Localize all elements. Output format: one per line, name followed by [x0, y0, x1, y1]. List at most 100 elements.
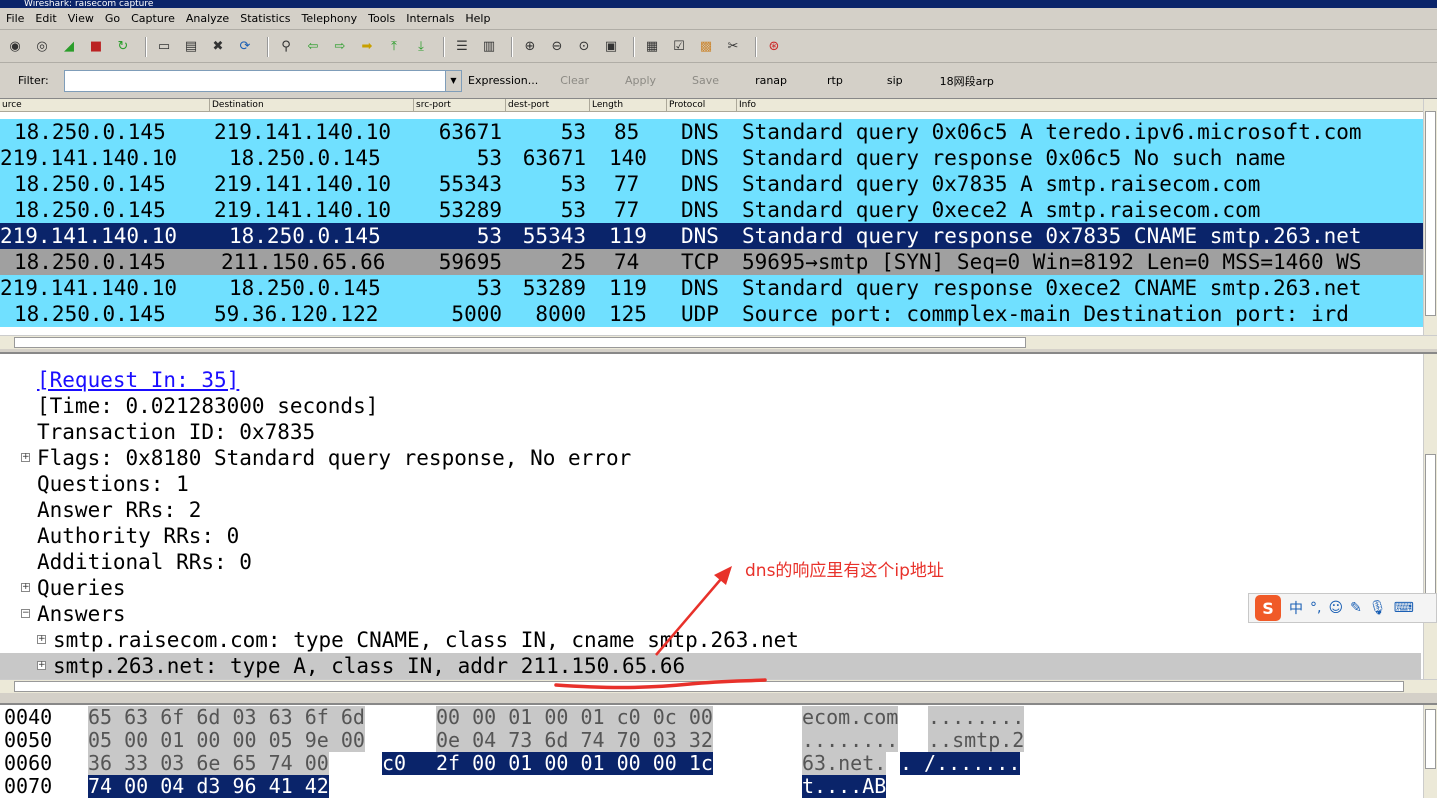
- details-vscrollbar[interactable]: [1423, 354, 1437, 679]
- filter-rtp-button[interactable]: rtp: [827, 74, 843, 87]
- hex-bytes-selected[interactable]: c0: [382, 752, 438, 775]
- find-packet-icon[interactable]: ⚲: [275, 36, 297, 58]
- detail-row-selected[interactable]: + smtp.263.net: type A, class IN, addr 2…: [0, 653, 1421, 679]
- packet-row-selected[interactable]: 219.141.140.10 18.250.0.145 53 55343 119…: [0, 223, 1425, 249]
- go-last-icon[interactable]: ⤓: [410, 36, 432, 58]
- go-first-icon[interactable]: ⤒: [383, 36, 405, 58]
- hex-ascii[interactable]: 63.net.: [802, 752, 887, 775]
- hex-bytes-selected[interactable]: 2f 00 01 00 01 00 00 1c: [436, 752, 713, 775]
- filter-ranap-button[interactable]: ranap: [755, 74, 787, 87]
- help-icon[interactable]: ⊛: [763, 36, 785, 58]
- filter-dropdown-button[interactable]: ▼: [446, 69, 462, 92]
- detail-row[interactable]: + Queries: [0, 575, 1421, 601]
- menu-edit[interactable]: Edit: [35, 12, 56, 25]
- normal-size-icon[interactable]: ⊙: [573, 36, 595, 58]
- restart-capture-icon[interactable]: ↻: [112, 36, 134, 58]
- detail-row[interactable]: [Time: 0.021283000 seconds]: [0, 393, 1421, 419]
- packet-row[interactable]: 18.250.0.145 219.141.140.10 63671 53 85 …: [0, 119, 1425, 145]
- column-destination[interactable]: Destination: [209, 99, 264, 111]
- detail-row[interactable]: + smtp.raisecom.com: type CNAME, class I…: [0, 627, 1421, 653]
- keyboard-icon[interactable]: ⌨: [1394, 600, 1414, 616]
- open-file-icon[interactable]: ▭: [153, 36, 175, 58]
- capture-options-icon[interactable]: ◎: [31, 36, 53, 58]
- detail-row[interactable]: Additional RRs: 0: [0, 549, 1421, 575]
- go-to-packet-icon[interactable]: ➡: [356, 36, 378, 58]
- packet-row[interactable]: 18.250.0.145 219.141.140.10 55343 53 77 …: [0, 171, 1425, 197]
- expand-icon[interactable]: +: [37, 661, 46, 670]
- hex-ascii[interactable]: ecom.com: [802, 706, 899, 729]
- hex-ascii[interactable]: ..smtp.2: [928, 729, 1025, 752]
- zoom-out-icon[interactable]: ⊖: [546, 36, 568, 58]
- collapse-icon[interactable]: −: [21, 609, 30, 618]
- detail-row[interactable]: Answer RRs: 2: [0, 497, 1421, 523]
- column-dest-port[interactable]: dest-port: [505, 99, 549, 111]
- preferences-icon[interactable]: ✂: [722, 36, 744, 58]
- menu-internals[interactable]: Internals: [406, 12, 454, 25]
- packet-row[interactable]: 18.250.0.145 211.150.65.66 59695 25 74 T…: [0, 249, 1425, 275]
- scrollbar-thumb[interactable]: [14, 337, 1026, 348]
- column-src-port[interactable]: src-port: [413, 99, 451, 111]
- hex-bytes[interactable]: 05 00 01 00 00 05 9e 00: [88, 729, 365, 752]
- details-hscrollbar[interactable]: [0, 679, 1437, 693]
- interface-list-icon[interactable]: ◉: [4, 36, 26, 58]
- ime-lang-toggle[interactable]: 中: [1289, 598, 1303, 618]
- scrollbar-thumb[interactable]: [1425, 709, 1436, 769]
- display-filters-icon[interactable]: ☑: [668, 36, 690, 58]
- colorize-icon[interactable]: ☰: [451, 36, 473, 58]
- packet-row[interactable]: 18.250.0.145 219.141.140.10 53289 53 77 …: [0, 197, 1425, 223]
- scrollbar-thumb[interactable]: [1425, 454, 1436, 614]
- pen-icon[interactable]: ✎: [1350, 600, 1362, 616]
- expand-icon[interactable]: +: [21, 453, 30, 462]
- hex-ascii[interactable]: ........: [928, 706, 1025, 729]
- coloring-rules-icon[interactable]: ▩: [695, 36, 717, 58]
- column-info[interactable]: Info: [736, 99, 756, 111]
- hex-bytes[interactable]: 00 00 01 00 01 c0 0c 00: [436, 706, 713, 729]
- display-filter-input[interactable]: [64, 69, 446, 92]
- hex-bytes[interactable]: 0e 04 73 6d 74 70 03 32: [436, 729, 713, 752]
- detail-row[interactable]: Questions: 1: [0, 471, 1421, 497]
- go-back-icon[interactable]: ⇦: [302, 36, 324, 58]
- scrollbar-thumb[interactable]: [1425, 111, 1436, 316]
- autoscroll-icon[interactable]: ▥: [478, 36, 500, 58]
- resize-columns-icon[interactable]: ▣: [600, 36, 622, 58]
- detail-row[interactable]: + Flags: 0x8180 Standard query response,…: [0, 445, 1421, 471]
- packet-row[interactable]: 18.250.0.145 59.36.120.122 5000 8000 125…: [0, 301, 1425, 327]
- go-forward-icon[interactable]: ⇨: [329, 36, 351, 58]
- zoom-in-icon[interactable]: ⊕: [519, 36, 541, 58]
- column-protocol[interactable]: Protocol: [666, 99, 705, 111]
- detail-row[interactable]: Transaction ID: 0x7835: [0, 419, 1421, 445]
- sogou-logo-icon[interactable]: S: [1255, 595, 1281, 621]
- menu-capture[interactable]: Capture: [131, 12, 175, 25]
- request-in-link[interactable]: [Request In: 35]: [37, 367, 239, 393]
- menu-statistics[interactable]: Statistics: [240, 12, 290, 25]
- detail-row[interactable]: Authority RRs: 0: [0, 523, 1421, 549]
- capture-filters-icon[interactable]: ▦: [641, 36, 663, 58]
- packet-list-vscrollbar[interactable]: [1423, 99, 1437, 335]
- hex-ascii[interactable]: ........: [802, 729, 899, 752]
- hex-ascii-selected[interactable]: t....AB: [802, 775, 887, 798]
- menu-help[interactable]: Help: [465, 12, 490, 25]
- reload-icon[interactable]: ⟳: [234, 36, 256, 58]
- packet-list-hscrollbar[interactable]: [0, 335, 1437, 349]
- menu-analyze[interactable]: Analyze: [186, 12, 229, 25]
- start-capture-icon[interactable]: ◢: [58, 36, 80, 58]
- detail-row[interactable]: [Request In: 35]: [0, 367, 1421, 393]
- expand-icon[interactable]: +: [21, 583, 30, 592]
- column-length[interactable]: Length: [589, 99, 623, 111]
- ime-punct-toggle[interactable]: °,: [1310, 600, 1321, 616]
- menu-tools[interactable]: Tools: [368, 12, 395, 25]
- expand-icon[interactable]: +: [37, 635, 46, 644]
- menu-file[interactable]: File: [6, 12, 24, 25]
- mic-icon[interactable]: 🎙: [1369, 600, 1387, 616]
- save-file-icon[interactable]: ▤: [180, 36, 202, 58]
- hex-ascii-selected[interactable]: .: [900, 752, 913, 775]
- ime-toolbar[interactable]: S 中 °, ☺ ✎ 🎙 ⌨: [1248, 593, 1437, 623]
- hex-bytes[interactable]: 36 33 03 6e 65 74 00: [88, 752, 329, 775]
- menu-view[interactable]: View: [68, 12, 94, 25]
- bytes-vscrollbar[interactable]: [1423, 705, 1437, 798]
- clear-button[interactable]: Clear: [560, 74, 589, 87]
- packet-row[interactable]: 219.141.140.10 18.250.0.145 53 53289 119…: [0, 275, 1425, 301]
- expression-button[interactable]: Expression...: [468, 74, 538, 87]
- stop-capture-icon[interactable]: ■: [85, 36, 107, 58]
- filter-sip-button[interactable]: sip: [887, 74, 903, 87]
